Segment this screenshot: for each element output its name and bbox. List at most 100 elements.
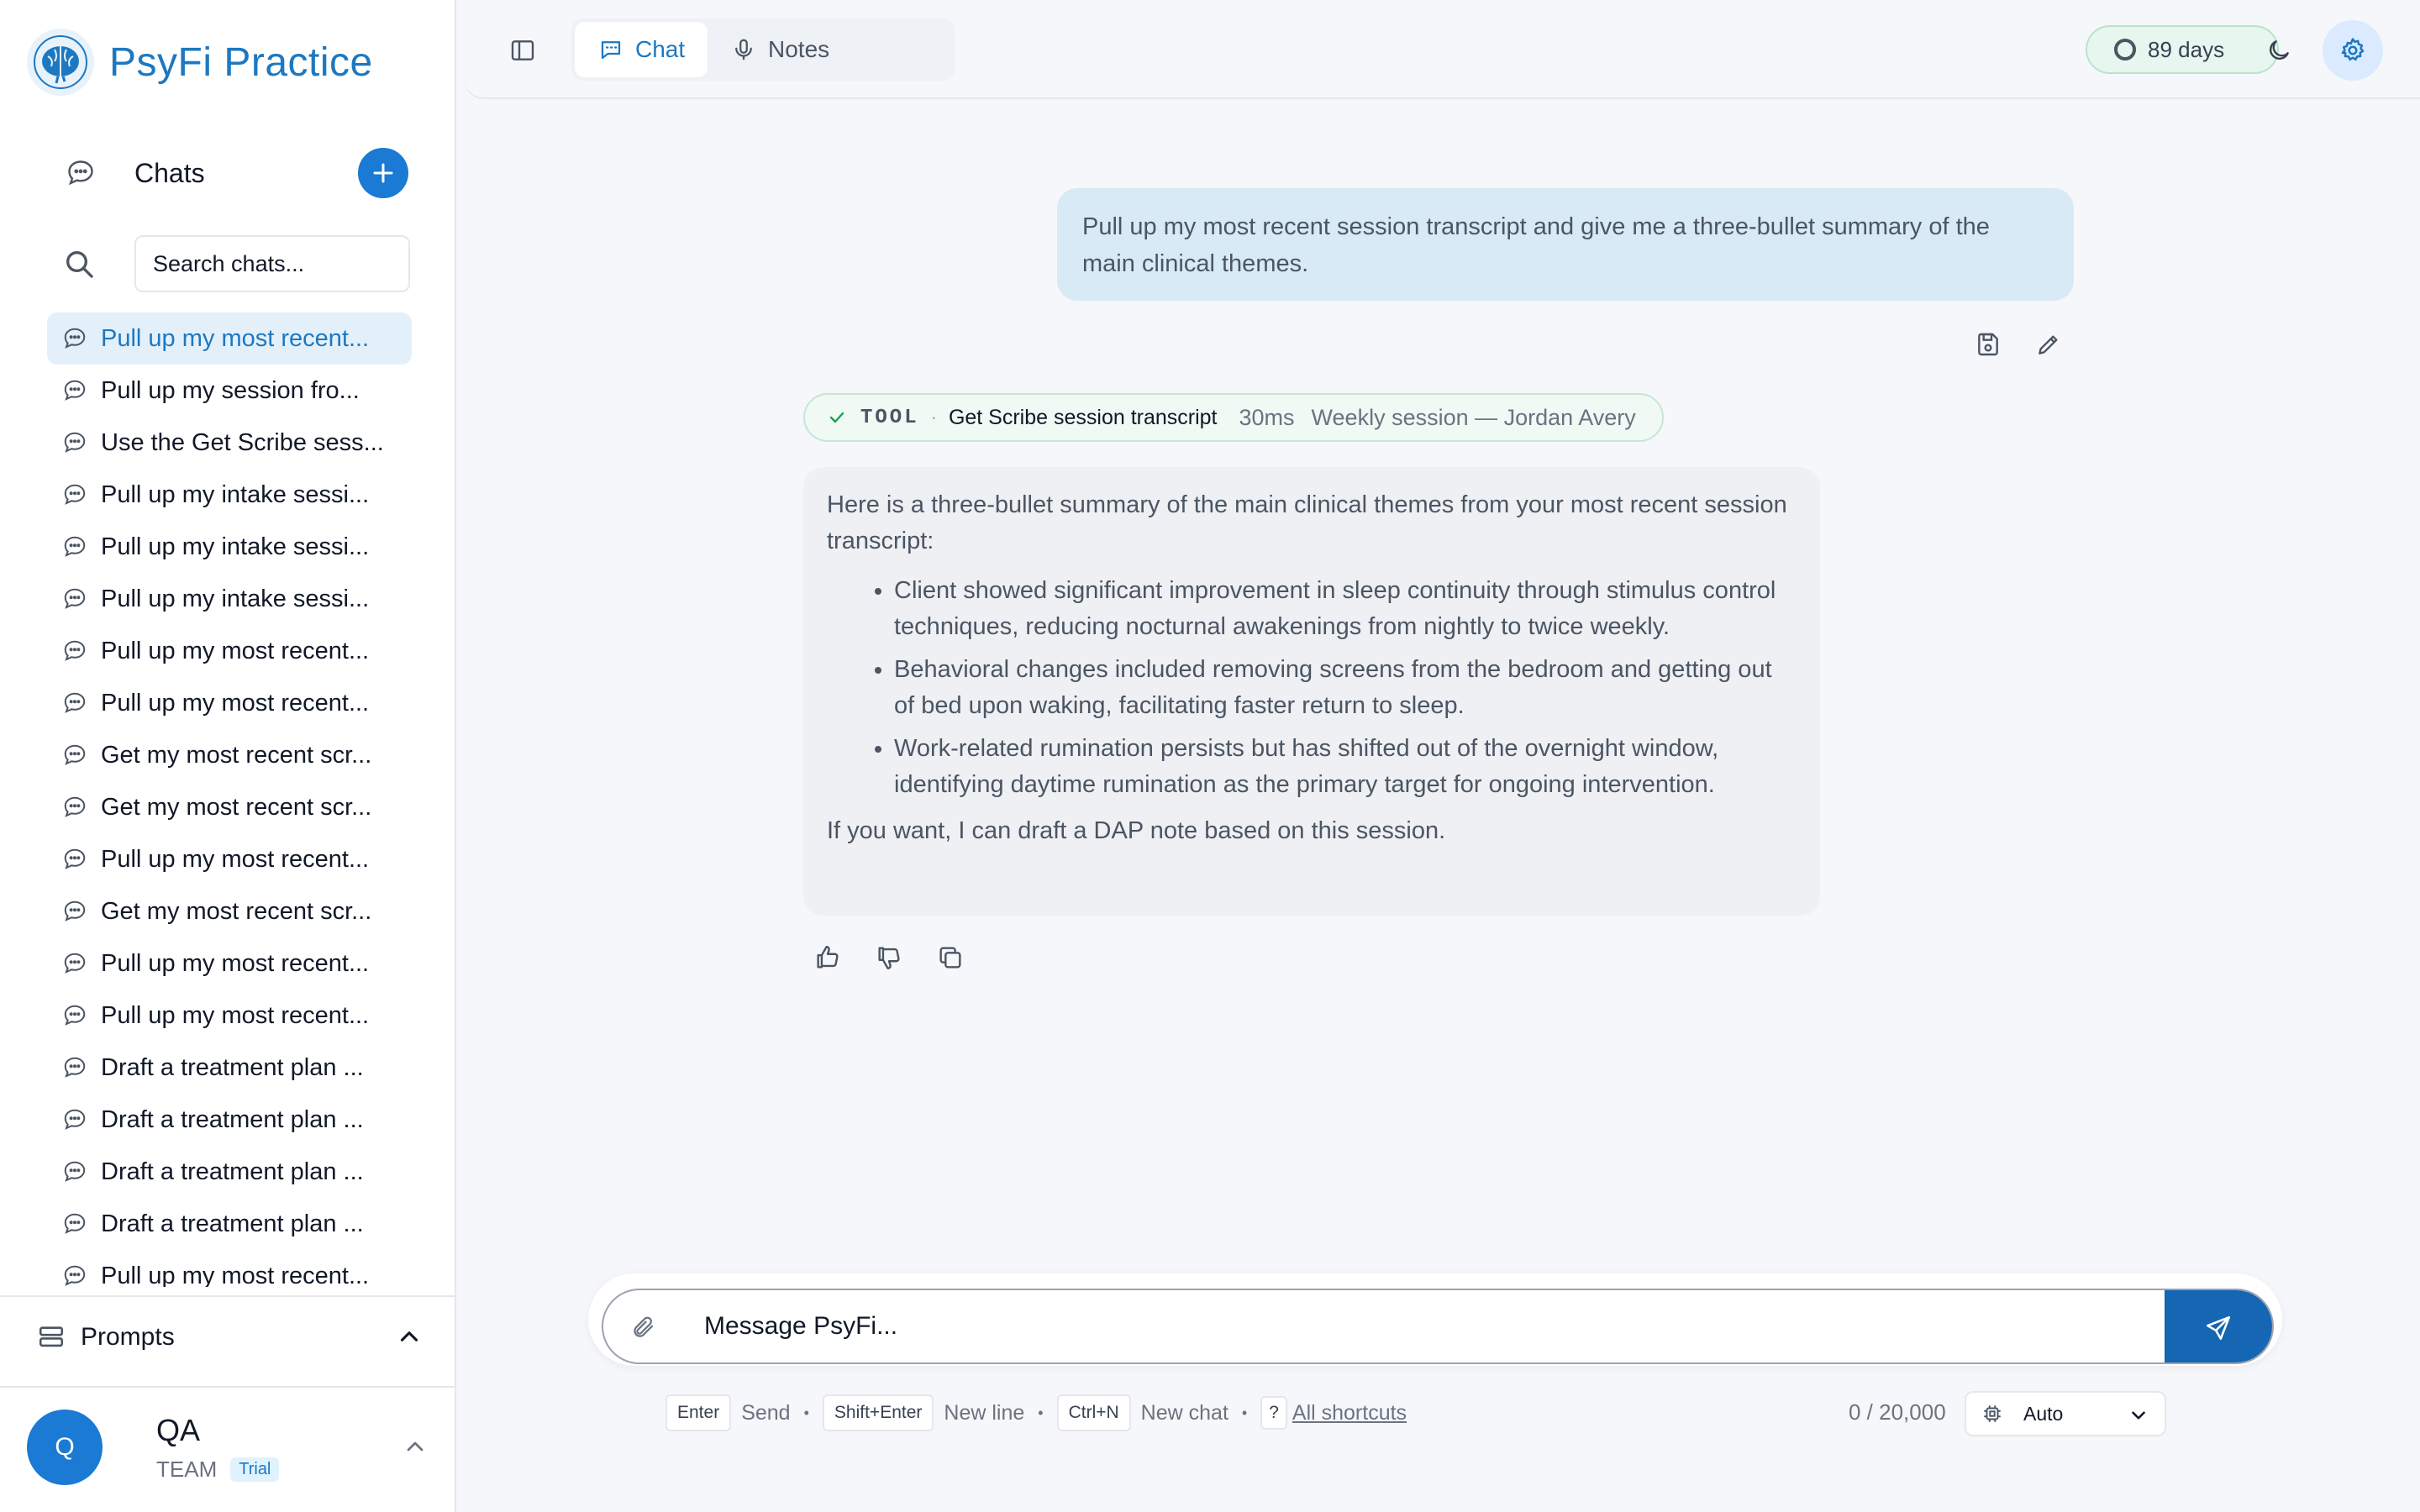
chat-list-item[interactable]: Pull up my most recent...	[47, 625, 412, 677]
chat-title: Pull up my most recent...	[101, 689, 370, 717]
chat-list-item[interactable]: Draft a treatment plan ...	[47, 1042, 412, 1094]
edit-message-button[interactable]	[2030, 326, 2067, 363]
chat-title: Use the Get Scribe sess...	[101, 428, 384, 456]
chat-title: Get my most recent scr...	[101, 793, 372, 821]
pencil-icon	[2039, 335, 2058, 354]
chat-title: Pull up my intake sessi...	[101, 533, 370, 560]
chat-icon	[60, 428, 89, 457]
chat-list-item[interactable]: Pull up my intake sessi...	[47, 521, 412, 573]
brain-logo-icon	[27, 29, 94, 96]
chat-list-item[interactable]: Draft a treatment plan ...	[47, 1094, 412, 1146]
chat-list-item[interactable]: Pull up my most recent...	[47, 677, 412, 729]
thumbs-down-icon	[878, 947, 900, 969]
chat-list: Pull up my most recent... Pull up my ses…	[47, 312, 412, 1287]
chat-icon	[60, 533, 89, 561]
model-mode-select[interactable]: Auto	[1965, 1391, 2166, 1436]
chat-list-item[interactable]: Use the Get Scribe sess...	[47, 417, 412, 469]
chat-icon	[60, 1053, 89, 1082]
sidebar-toggle-icon	[511, 40, 534, 60]
view-tabs: Chat Notes	[571, 18, 955, 81]
tab-chat[interactable]: Chat	[575, 22, 708, 77]
chat-list-item[interactable]: Pull up my most recent...	[47, 990, 412, 1042]
chat-title: Get my most recent scr...	[101, 741, 372, 769]
send-button[interactable]	[2165, 1290, 2272, 1362]
chat-icon	[60, 897, 89, 926]
thumbs-down-button[interactable]	[871, 939, 908, 976]
chat-icon	[60, 741, 89, 769]
chat-title: Draft a treatment plan ...	[101, 1053, 364, 1081]
chevron-up-icon	[395, 1322, 424, 1355]
save-message-button[interactable]	[1970, 326, 2007, 363]
tab-chat-label: Chat	[635, 36, 686, 62]
moon-icon	[2270, 40, 2289, 60]
user-message-bubble: Pull up my most recent session transcrip…	[1057, 188, 2074, 301]
tool-detail: Weekly session — Jordan Avery	[1311, 404, 1636, 430]
chat-icon	[60, 637, 89, 665]
floppy-disk-icon	[1978, 333, 1998, 356]
message-composer	[588, 1273, 2282, 1366]
chat-list-item[interactable]: Get my most recent scr...	[47, 781, 412, 833]
chat-list-item[interactable]: Pull up my most recent...	[47, 937, 412, 990]
chat-list-item[interactable]: Pull up my most recent...	[47, 1250, 412, 1287]
chat-search	[62, 235, 410, 292]
chat-icon	[60, 1210, 89, 1238]
chat-title: Draft a treatment plan ...	[101, 1158, 364, 1185]
avatar: Q	[27, 1410, 103, 1485]
sidebar-toggle-button[interactable]	[504, 32, 541, 69]
chat-title: Get my most recent scr...	[101, 897, 372, 925]
chat-icon	[60, 585, 89, 613]
chat-list-item[interactable]: Pull up my most recent...	[47, 312, 412, 365]
chat-icon	[60, 1105, 89, 1134]
chat-title: Pull up my intake sessi...	[101, 585, 370, 612]
chat-title: Pull up my session fro...	[101, 376, 360, 404]
chat-list-item[interactable]: Pull up my intake sessi...	[47, 469, 412, 521]
all-shortcuts-link[interactable]: All shortcuts	[1292, 1401, 1407, 1425]
trial-days-text: 89 days	[2148, 36, 2225, 62]
attach-button[interactable]	[625, 1309, 662, 1346]
chat-title: Pull up my most recent...	[101, 1262, 370, 1288]
separator-dot: ·	[930, 407, 937, 428]
separator-dot: •	[1038, 1404, 1044, 1421]
message-input[interactable]	[704, 1290, 2166, 1362]
chat-title: Pull up my intake sessi...	[101, 480, 370, 508]
chat-title: Draft a treatment plan ...	[101, 1105, 364, 1133]
kbd-help: ?	[1260, 1396, 1287, 1430]
chat-list-item[interactable]: Pull up my most recent...	[47, 833, 412, 885]
chat-list-item[interactable]: Pull up my session fro...	[47, 365, 412, 417]
chat-icon	[60, 324, 89, 353]
shortcut-label: New chat	[1140, 1400, 1228, 1425]
chat-title: Pull up my most recent...	[101, 1001, 370, 1029]
send-icon	[2206, 1315, 2231, 1341]
prompts-section-toggle[interactable]: Prompts	[37, 1314, 424, 1361]
assistant-intro: Here is a three-bullet summary of the ma…	[827, 491, 1787, 554]
app-logo[interactable]: PsyFi Practice	[27, 29, 373, 96]
chat-icon	[60, 689, 89, 717]
user-menu[interactable]: Q QA TEAM Trial	[27, 1408, 429, 1487]
chats-title: Chats	[134, 157, 205, 188]
theme-toggle-button[interactable]	[2260, 32, 2297, 69]
settings-button[interactable]	[2323, 20, 2383, 81]
tool-call-pill[interactable]: TOOL · Get Scribe session transcript 30m…	[803, 393, 1664, 442]
chat-title: Pull up my most recent...	[101, 949, 370, 977]
copy-icon	[939, 947, 961, 969]
new-chat-button[interactable]	[358, 148, 408, 198]
chat-list-item[interactable]: Draft a treatment plan ...	[47, 1146, 412, 1198]
chevron-up-icon	[402, 1433, 429, 1464]
team-label: TEAM	[156, 1456, 218, 1482]
search-chats-input[interactable]	[134, 235, 410, 292]
assistant-bullets: Client showed significant improvement in…	[894, 573, 1797, 803]
copy-button[interactable]	[932, 939, 969, 976]
mode-value: Auto	[2023, 1402, 2064, 1425]
keyboard-shortcuts-hint: Enter Send • Shift+Enter New line • Ctrl…	[666, 1393, 1407, 1433]
plus-icon	[373, 163, 393, 183]
tab-notes[interactable]: Notes	[708, 22, 853, 77]
chevron-down-icon	[2128, 1404, 2149, 1426]
chat-title: Pull up my most recent...	[101, 324, 370, 352]
chat-list-item[interactable]: Get my most recent scr...	[47, 729, 412, 781]
chat-list-item[interactable]: Pull up my intake sessi...	[47, 573, 412, 625]
thumbs-up-button[interactable]	[809, 939, 846, 976]
chat-list-item[interactable]: Draft a treatment plan ...	[47, 1198, 412, 1250]
trial-days-badge[interactable]: 89 days	[2086, 25, 2279, 74]
chat-list-item[interactable]: Get my most recent scr...	[47, 885, 412, 937]
tool-duration: 30ms	[1239, 404, 1295, 430]
